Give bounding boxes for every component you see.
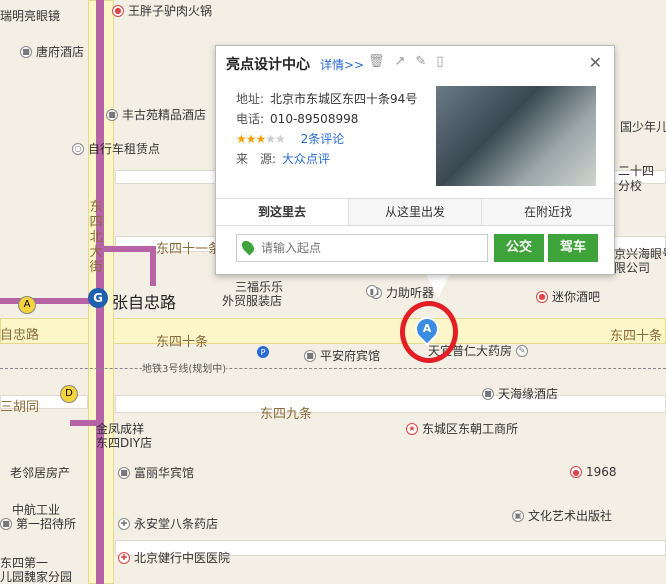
poi-tangfu[interactable]: ■ 唐府酒店	[20, 43, 84, 60]
building-photo[interactable]	[436, 86, 596, 186]
hotel-icon: ■	[118, 466, 130, 479]
poi-gongshang[interactable]: ★ 东城区东朝工商所	[406, 420, 518, 437]
poi-garden[interactable]: 儿园魏家分园	[0, 568, 72, 584]
bike-icon: ○	[72, 142, 84, 155]
poi-right2[interactable]: 分校	[618, 177, 642, 194]
share-icon[interactable]: ↗	[395, 54, 406, 69]
rating-stars: ★★★★★	[236, 132, 286, 146]
close-icon[interactable]: ✕	[589, 53, 602, 72]
metro3-label: 地铁3号线(规划中)	[142, 360, 227, 375]
phone-icon[interactable]: ▯	[436, 54, 443, 69]
road-label-hutong: 三胡同	[0, 400, 40, 415]
hotel-icon: ■	[106, 108, 118, 121]
road-dongsi-jiutiao	[115, 395, 666, 413]
government-icon: ★	[406, 422, 418, 435]
company-icon: ▣	[512, 509, 524, 522]
rating-row: ★★★★★ 2条评论	[236, 130, 344, 147]
road-label-shitiao-right: 东四十条	[610, 329, 663, 344]
detail-link[interactable]: 详情>>	[320, 56, 364, 73]
poi-pingan[interactable]: ■ 平安府宾馆	[304, 347, 380, 364]
poi-fenggu[interactable]: ■ 丰古苑精品酒店	[106, 106, 206, 123]
popup-toolbar: 🗑 ↗ ✎ ▯	[368, 54, 443, 69]
source-link[interactable]: 大众点评	[282, 152, 330, 166]
road-label-dongsi-north: 东四北大街	[89, 200, 103, 275]
pharmacy-icon: ✚	[118, 517, 130, 530]
metro-line-west	[0, 298, 96, 304]
metro-line-d-badge: D	[60, 385, 78, 403]
restaurant-icon: ●	[570, 466, 582, 478]
tab-go-here[interactable]: 到这里去	[216, 199, 348, 225]
poi-waiguan[interactable]: 外贸服装店	[222, 292, 282, 309]
popup-title: 亮点设计中心	[226, 57, 310, 73]
parking-marker-icon: P	[257, 346, 269, 358]
poi-laolin[interactable]: 老邻居房产	[10, 464, 70, 481]
poi-right1[interactable]: 国少年儿	[620, 118, 666, 135]
poi-jiankang[interactable]: ✚ 北京健行中医医院	[118, 549, 230, 566]
hotel-icon: ■	[0, 517, 12, 530]
start-point-input[interactable]	[259, 235, 483, 261]
source-row: 来 源: 大众点评	[236, 152, 331, 166]
metro-line-branch	[104, 246, 154, 252]
hospital-icon: ✚	[118, 551, 130, 564]
hotel-icon: ■	[482, 387, 494, 400]
route-tabs: 到这里去 从这里出发 在附近找	[216, 198, 614, 226]
pharmacy-icon: ✎	[516, 344, 529, 357]
road-label-zizhonglu: 自忠路	[0, 328, 40, 343]
poi-zhaodai[interactable]: ■ 第一招待所	[0, 515, 76, 532]
drive-button[interactable]: 驾车	[548, 234, 598, 262]
poi-mini-bar[interactable]: ● 迷你酒吧	[536, 288, 600, 305]
poi-right4[interactable]: 限公司	[614, 259, 650, 276]
poi-tianhai[interactable]: ■ 天海缘酒店	[482, 385, 558, 402]
road-label-shiyitiao: 东四十一条	[156, 242, 222, 257]
delete-icon[interactable]: 🗑	[368, 54, 385, 69]
hotel-icon: ■	[304, 349, 316, 362]
pin-icon	[239, 238, 257, 256]
marker-label: A	[422, 322, 432, 335]
bus-stop-icon[interactable]: ▮	[366, 285, 378, 297]
start-input-box	[236, 234, 488, 262]
edit-icon[interactable]: ✎	[415, 54, 426, 69]
bar-icon: ●	[536, 290, 548, 303]
poi-wenhua[interactable]: ▣ 文化艺术出版社	[512, 507, 612, 524]
metro3-planned-line	[0, 368, 666, 369]
metro-line-a-badge: A	[18, 296, 36, 314]
metro-station-label: 张自忠路	[112, 293, 177, 312]
poi-zixingche[interactable]: ○ 自行车租赁点	[72, 140, 160, 157]
bus-stop-marker-icon: ▮	[366, 285, 378, 297]
tab-from-here[interactable]: 从这里出发	[348, 199, 481, 225]
metro-station-icon[interactable]: G	[88, 288, 108, 308]
hotel-icon: ■	[20, 45, 32, 58]
bus-button[interactable]: 公交	[494, 234, 544, 262]
poi-ruiming[interactable]: 瑞明亮眼镜	[0, 7, 60, 24]
poi-dongsi-diy[interactable]: 东四DIY店	[96, 434, 152, 451]
poi-1968[interactable]: ● 1968	[570, 465, 617, 479]
road-label-shitiao: 东四十条	[156, 335, 209, 350]
road-label-jiutiao: 东四九条	[260, 407, 313, 422]
poi-fuli[interactable]: ■ 富丽华宾馆	[118, 464, 194, 481]
poi-yongan[interactable]: ✚ 永安堂八条药店	[118, 515, 218, 532]
parking-icon[interactable]: P	[257, 346, 269, 358]
phone-row: 电话: 010-89508998	[236, 112, 359, 126]
reviews-link[interactable]: 2条评论	[301, 132, 345, 146]
popup-pointer	[426, 274, 450, 298]
tab-nearby[interactable]: 在附近找	[481, 199, 614, 225]
address-row: 地址: 北京市东城区东四十条94号	[236, 92, 418, 106]
map-canvas[interactable]: 地铁3号线(规划中) 东四十条 东四十条 东四九条 东四十一条 自忠路 三胡同 …	[0, 0, 666, 584]
info-popup: 亮点设计中心 详情>> 🗑 ↗ ✎ ▯ ✕ 地址: 北京市东城区东四十条94号 电…	[215, 45, 615, 275]
poi-tingli[interactable]: ◘力助听器	[370, 284, 434, 301]
poi-wangpangzi[interactable]: ● 王胖子驴肉火锅	[112, 2, 212, 19]
restaurant-icon: ●	[112, 4, 124, 17]
